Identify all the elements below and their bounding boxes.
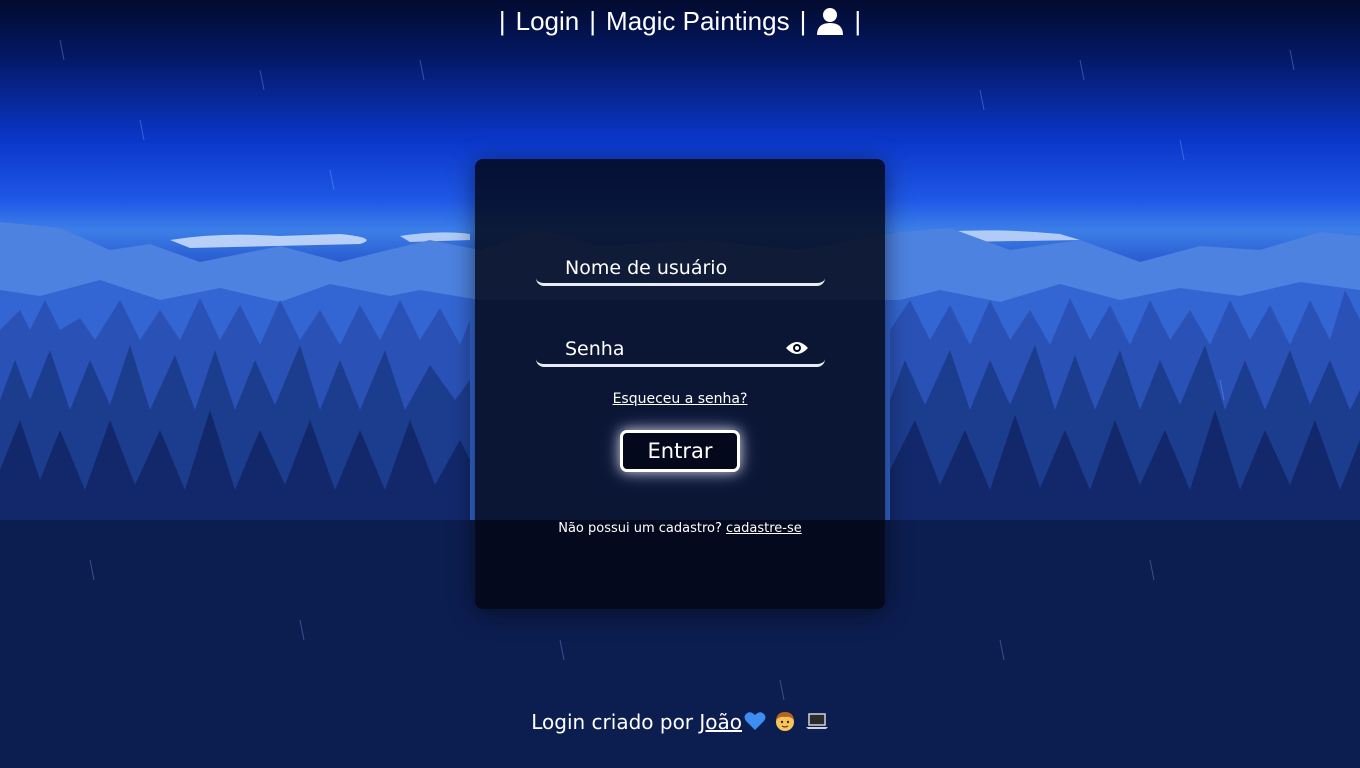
nav-brand-link[interactable]: Magic Paintings [606,6,790,37]
forgot-password-row: Esqueceu a senha? [475,391,885,407]
login-form: Esqueceu a senha? Entrar Não possui um c… [475,159,885,609]
password-input[interactable] [536,333,825,364]
boy-icon [774,710,796,737]
signup-link[interactable]: cadastre-se [726,521,802,536]
footer-credit-text: Login criado por [531,710,694,734]
username-field-wrapper [536,252,825,286]
password-field-wrapper [536,333,825,367]
signup-prompt: Não possui um cadastro? [558,521,722,536]
top-nav: | Login | Magic Paintings | | [0,2,1360,40]
nav-login-link[interactable]: Login [516,6,580,37]
nav-separator: | [854,5,862,36]
author-link[interactable]: João [699,710,742,734]
username-input[interactable] [536,252,825,283]
user-icon[interactable] [816,6,844,36]
footer-credit: Login criado por João [0,710,1360,737]
nav-separator: | [498,5,506,36]
signup-row: Não possui um cadastro? cadastre-se [475,521,885,536]
enter-button[interactable]: Entrar [620,430,740,472]
nav-separator: | [799,5,807,36]
eye-icon[interactable] [785,340,809,356]
nav-separator: | [589,5,597,36]
laptop-icon [805,711,829,736]
blue-heart-icon [744,711,766,736]
forgot-password-link[interactable]: Esqueceu a senha? [613,391,748,407]
